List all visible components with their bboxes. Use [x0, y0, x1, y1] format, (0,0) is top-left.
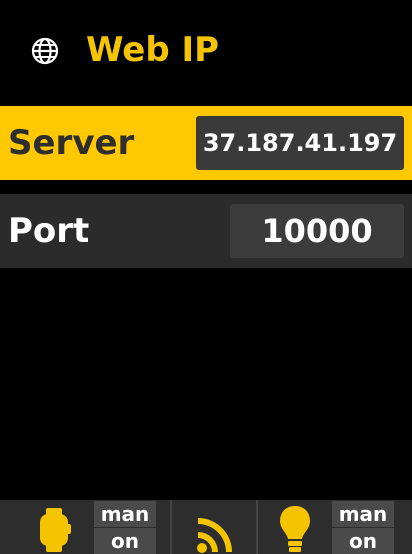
globe-icon [31, 37, 59, 65]
footer-divider [170, 500, 172, 554]
server-value[interactable]: 37.187.41.197 [196, 116, 404, 170]
lightbulb-icon[interactable] [278, 504, 312, 554]
page-title: Web IP [86, 30, 220, 70]
port-label: Port [8, 211, 90, 251]
server-row[interactable]: Server 37.187.41.197 [0, 106, 412, 180]
header: Web IP [0, 0, 412, 100]
right-state-badge: on [332, 528, 394, 554]
rss-wifi-icon[interactable] [196, 512, 238, 554]
port-row[interactable]: Port 10000 [0, 194, 412, 268]
left-mode-badge: man [94, 501, 156, 527]
port-value[interactable]: 10000 [230, 204, 404, 258]
watch-icon[interactable] [34, 506, 74, 554]
footer-bar: man on man on [0, 500, 412, 554]
server-label: Server [8, 123, 135, 163]
right-mode-badge: man [332, 501, 394, 527]
left-state-badge: on [94, 528, 156, 554]
footer-divider [256, 500, 258, 554]
